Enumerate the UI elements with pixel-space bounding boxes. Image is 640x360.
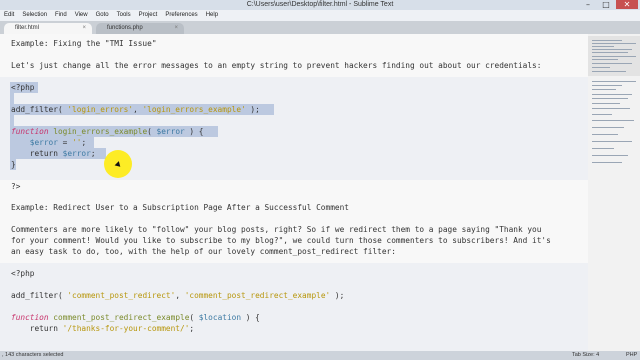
- tab-size-indicator[interactable]: Tab Size: 4: [572, 351, 599, 360]
- tab-close-icon[interactable]: ×: [82, 23, 86, 34]
- minimap-line: [592, 56, 636, 57]
- text-line: an easy task to do, too, with the help o…: [11, 247, 396, 256]
- minimap-line: [592, 108, 630, 109]
- minimap-line: [592, 49, 632, 50]
- menu-find[interactable]: Find: [51, 10, 71, 21]
- minimap-line: [592, 103, 620, 104]
- menu-bar: Edit Selection Find View Goto Tools Proj…: [0, 10, 640, 21]
- menu-help[interactable]: Help: [202, 10, 222, 21]
- code-line: <?php: [11, 269, 35, 278]
- minimap-line: [592, 155, 628, 156]
- menu-goto[interactable]: Goto: [92, 10, 113, 21]
- menu-view[interactable]: View: [71, 10, 92, 21]
- code-line: $error = '';: [29, 138, 87, 147]
- menu-selection[interactable]: Selection: [18, 10, 51, 21]
- minimap-line: [592, 94, 632, 95]
- minimize-button[interactable]: –: [580, 0, 596, 9]
- close-button[interactable]: ✕: [616, 0, 638, 9]
- menu-preferences[interactable]: Preferences: [161, 10, 201, 21]
- minimap-line: [592, 127, 624, 128]
- code-line: add_filter( 'login_errors', 'login_error…: [11, 105, 260, 114]
- text-line: for your comment! Would you like to subs…: [11, 236, 551, 245]
- selection-highlight: [10, 115, 14, 126]
- minimap-line: [592, 52, 628, 53]
- minimap-line: [592, 71, 626, 72]
- minimap-line: [592, 63, 632, 64]
- tab-bar: filter.html × functions.php ×: [0, 21, 640, 34]
- code-line: <?php: [11, 83, 35, 92]
- text-line: Example: Redirect User to a Subscription…: [11, 203, 349, 212]
- code-block-background: [0, 263, 588, 351]
- code-line: ?>: [11, 182, 21, 191]
- menu-edit[interactable]: Edit: [0, 10, 18, 21]
- minimap-line: [592, 98, 628, 99]
- code-line: function login_errors_example( $error ) …: [11, 127, 204, 136]
- text-line: Let's just change all the error messages…: [11, 61, 542, 70]
- maximize-button[interactable]: □: [598, 0, 614, 9]
- minimap-line: [592, 40, 622, 41]
- selection-status: , 143 characters selected: [2, 352, 64, 358]
- minimap-line: [592, 148, 614, 149]
- tab-label: filter.html: [15, 25, 40, 31]
- code-line: return $error;: [11, 149, 96, 158]
- selection-highlight: [10, 93, 14, 104]
- menu-tools[interactable]: Tools: [113, 10, 135, 21]
- code-line: }: [11, 160, 16, 169]
- tab-filter-html[interactable]: filter.html ×: [4, 23, 92, 34]
- tab-close-icon[interactable]: ×: [174, 23, 178, 34]
- text-line: Commenters are more likely to "follow" y…: [11, 225, 542, 234]
- minimap-line: [592, 134, 618, 135]
- window-controls: – □ ✕: [580, 0, 638, 10]
- code-line: function comment_post_redirect_example( …: [11, 313, 260, 322]
- title-bar: C:\Users\user\Desktop\filter.html - Subl…: [0, 0, 640, 10]
- minimap-line: [592, 46, 614, 47]
- syntax-indicator[interactable]: PHP: [626, 351, 637, 360]
- tab-label: functions.php: [107, 25, 143, 31]
- minimap-line: [592, 43, 636, 44]
- minimap-line: [592, 89, 616, 90]
- minimap-line: [592, 81, 636, 82]
- window-title: C:\Users\user\Desktop\filter.html - Subl…: [246, 1, 394, 8]
- minimap-line: [592, 67, 610, 68]
- minimap-line: [592, 85, 622, 86]
- minimap-line: [592, 120, 634, 121]
- minimap-line: [592, 114, 612, 115]
- tab-functions-php[interactable]: functions.php ×: [96, 23, 184, 34]
- status-bar: , 143 characters selected Tab Size: 4 PH…: [0, 351, 640, 360]
- code-line: add_filter( 'comment_post_redirect', 'co…: [11, 291, 345, 300]
- editor-pane[interactable]: Example: Fixing the "TMI Issue" Let's ju…: [0, 34, 588, 351]
- code-line: return '/thanks-for-your-comment/';: [11, 324, 195, 333]
- minimap-line: [592, 141, 632, 142]
- minimap[interactable]: [588, 34, 640, 351]
- text-line: Example: Fixing the "TMI Issue": [11, 39, 157, 48]
- menu-project[interactable]: Project: [135, 10, 162, 21]
- minimap-line: [592, 59, 618, 60]
- minimap-line: [592, 162, 622, 163]
